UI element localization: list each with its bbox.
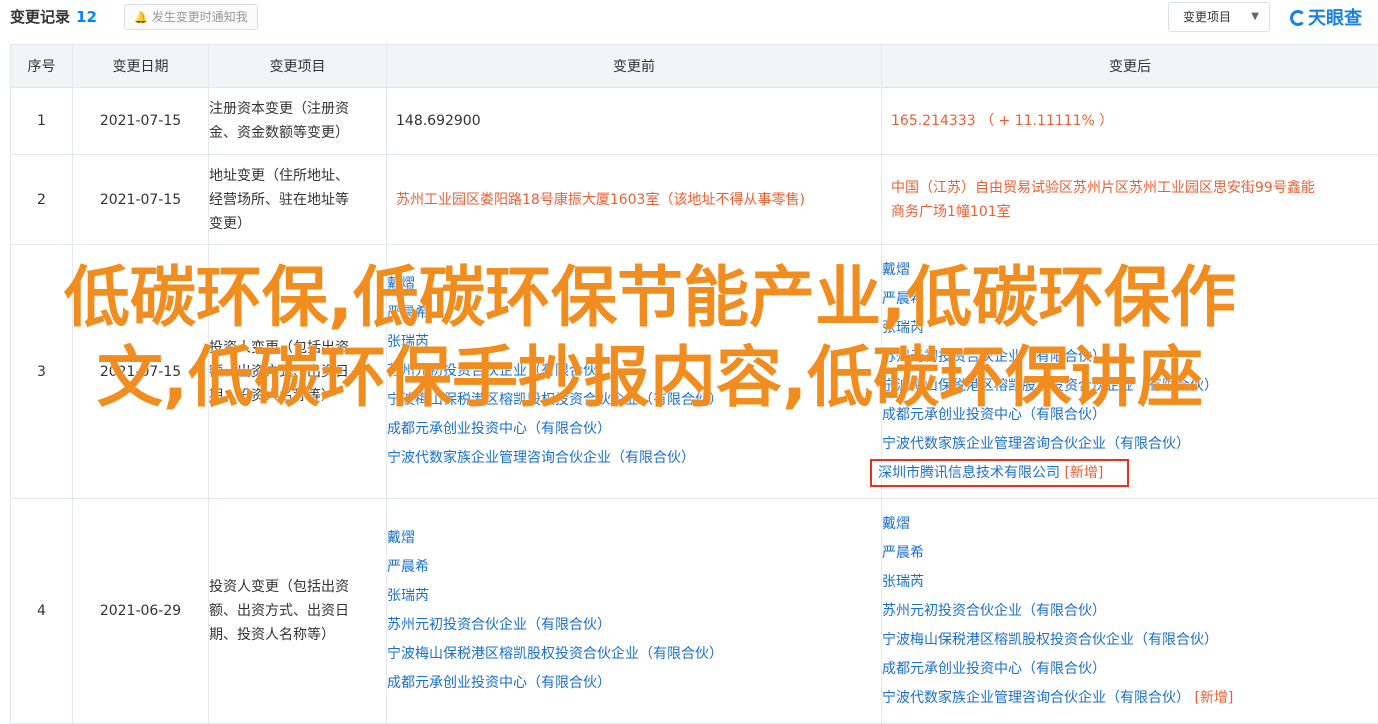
row-no: 1 — [11, 88, 73, 155]
added-tag: [新增] — [1064, 465, 1103, 481]
investor-link[interactable]: 苏州元初投资合伙企业（有限合伙） — [882, 597, 1378, 626]
investor-link[interactable]: 戴熠 — [387, 524, 881, 553]
added-tag: [新增] — [1194, 690, 1233, 706]
item-line: 变更） — [209, 212, 386, 236]
item-line: 额、出资方式、出资日 — [209, 599, 386, 623]
investor-link[interactable]: 戴熠 — [882, 256, 1378, 285]
investor-link[interactable]: 成都元承创业投资中心（有限合伙） — [387, 669, 881, 698]
table-row: 3 2021-07-15 投资人变更（包括出资 额、出资方式、出资日 期、投资人… — [11, 245, 1378, 499]
row-date: 2021-06-29 — [73, 499, 209, 724]
item-line: 额、出资方式、出资日 — [209, 360, 386, 384]
row-item: 地址变更（住所地址、 经营场所、驻在地址等 变更） — [209, 155, 387, 245]
item-line: 地址变更（住所地址、 — [209, 164, 386, 188]
row-item: 投资人变更（包括出资 额、出资方式、出资日 期、投资人名称等） — [209, 499, 387, 724]
col-header-no: 序号 — [11, 45, 73, 88]
investor-link[interactable]: 张瑞芮 — [387, 328, 881, 357]
before-value: 苏州工业园区娄阳路18号康振大厦1603室（该地址不得从事零售) — [387, 155, 882, 245]
row-item: 注册资本变更（注册资 金、资金数额等变更） — [209, 88, 387, 155]
after-line: 商务广场1幢101室 — [891, 200, 1369, 224]
row-item: 投资人变更（包括出资 额、出资方式、出资日 期、投资人名称等） — [209, 245, 387, 499]
before-line: 苏州工业园区娄阳路18号康振大厦1603室（该地址不得从事零售) — [396, 188, 872, 212]
item-line: 经营场所、驻在地址等 — [209, 188, 386, 212]
table-header-row: 序号 变更日期 变更项目 变更前 变更后 — [11, 45, 1378, 88]
row-no: 3 — [11, 245, 73, 499]
after-value: 165.214333 （ + 11.11111% ） — [882, 88, 1378, 155]
item-line: 金、资金数额等变更） — [209, 121, 386, 145]
investor-link[interactable]: 严晨希 — [387, 299, 881, 328]
title-text: 变更记录 — [10, 8, 70, 26]
row-no: 4 — [11, 499, 73, 724]
table-row: 2 2021-07-15 地址变更（住所地址、 经营场所、驻在地址等 变更） 苏… — [11, 155, 1378, 245]
table-row: 4 2021-06-29 投资人变更（包括出资 额、出资方式、出资日 期、投资人… — [11, 499, 1378, 724]
investor-link[interactable]: 宁波代数家族企业管理咨询合伙企业（有限合伙） — [882, 430, 1378, 459]
item-line: 投资人变更（包括出资 — [209, 575, 386, 599]
row-date: 2021-07-15 — [73, 88, 209, 155]
brand-logo[interactable]: 天眼查 — [1290, 4, 1362, 30]
investor-link[interactable]: 宁波梅山保税港区榕凯股权投资合伙企业（有限合伙） — [882, 626, 1378, 655]
col-header-date: 变更日期 — [73, 45, 209, 88]
investor-link[interactable]: 严晨希 — [387, 553, 881, 582]
chevron-down-icon: ▼ — [1251, 3, 1259, 31]
notify-button[interactable]: 🔔 发生变更时通知我 — [124, 4, 258, 30]
investor-link[interactable]: 严晨希 — [882, 285, 1378, 314]
filter-select[interactable]: 变更项目 ▼ — [1168, 2, 1270, 32]
logo-text: 天眼查 — [1308, 8, 1362, 29]
investor-link[interactable]: 成都元承创业投资中心（有限合伙） — [387, 415, 881, 444]
investor-link[interactable]: 严晨希 — [882, 539, 1378, 568]
item-line: 期、投资人名称等） — [209, 623, 386, 647]
added-investor-row: 宁波代数家族企业管理咨询合伙企业（有限合伙） [新增] — [882, 684, 1378, 713]
page-title: 变更记录 12 — [10, 6, 97, 27]
investor-link[interactable]: 宁波梅山保税港区榕凯股权投资合伙企业（有限合伙） — [882, 372, 1378, 401]
item-line: 注册资本变更（注册资 — [209, 97, 386, 121]
investor-link[interactable]: 成都元承创业投资中心（有限合伙） — [882, 655, 1378, 684]
investor-link[interactable]: 宁波代数家族企业管理咨询合伙企业（有限合伙） — [882, 690, 1190, 706]
investor-link[interactable]: 苏州元初投资合伙企业（有限合伙） — [387, 357, 881, 386]
investor-link[interactable]: 戴熠 — [882, 510, 1378, 539]
investor-link[interactable]: 张瑞芮 — [882, 568, 1378, 597]
after-line: 165.214333 （ + 11.11111% ） — [891, 109, 1369, 133]
after-value: 中国（江苏）自由贸易试验区苏州片区苏州工业园区思安街99号鑫能 商务广场1幢10… — [882, 155, 1378, 245]
before-value: 戴熠 严晨希 张瑞芮 苏州元初投资合伙企业（有限合伙） 宁波梅山保税港区榕凯股权… — [387, 499, 882, 724]
record-count: 12 — [76, 8, 97, 26]
after-value: 戴熠 严晨希 张瑞芮 苏州元初投资合伙企业（有限合伙） 宁波梅山保税港区榕凯股权… — [882, 499, 1378, 724]
row-no: 2 — [11, 155, 73, 245]
change-record-table: 序号 变更日期 变更项目 变更前 变更后 1 2021-07-15 注册资本变更… — [10, 44, 1378, 724]
before-value: 戴熠 严晨希 张瑞芮 苏州元初投资合伙企业（有限合伙） 宁波梅山保税港区榕凯股权… — [387, 245, 882, 499]
after-line: 中国（江苏）自由贸易试验区苏州片区苏州工业园区思安街99号鑫能 — [891, 176, 1369, 200]
highlight-box: 深圳市腾讯信息技术有限公司 [新增] — [870, 459, 1129, 487]
investor-link[interactable]: 深圳市腾讯信息技术有限公司 — [878, 465, 1060, 481]
investor-link[interactable]: 成都元承创业投资中心（有限合伙） — [882, 401, 1378, 430]
filter-select-label: 变更项目 — [1183, 3, 1231, 31]
investor-link[interactable]: 宁波梅山保税港区榕凯股权投资合伙企业（有限合伙） — [387, 386, 881, 415]
col-header-item: 变更项目 — [209, 45, 387, 88]
notify-label: 发生变更时通知我 — [152, 10, 248, 24]
item-line: 期、投资人名称等） — [209, 384, 386, 408]
investor-link[interactable]: 苏州元初投资合伙企业（有限合伙） — [387, 611, 881, 640]
investor-link[interactable]: 张瑞芮 — [387, 582, 881, 611]
investor-link[interactable]: 张瑞芮 — [882, 314, 1378, 343]
col-header-after: 变更后 — [882, 45, 1378, 88]
bell-icon: 🔔 — [134, 11, 148, 24]
before-line: 148.692900 — [396, 109, 872, 133]
investor-link[interactable]: 宁波梅山保税港区榕凯股权投资合伙企业（有限合伙） — [387, 640, 881, 669]
investor-link[interactable]: 苏州元初投资合伙企业（有限合伙） — [882, 343, 1378, 372]
header-bar: 变更记录 12 🔔 发生变更时通知我 变更项目 ▼ 天眼查 — [0, 0, 1378, 34]
table-row: 1 2021-07-15 注册资本变更（注册资 金、资金数额等变更） 148.6… — [11, 88, 1378, 155]
investor-link[interactable]: 宁波代数家族企业管理咨询合伙企业（有限合伙） — [387, 444, 881, 473]
row-date: 2021-07-15 — [73, 245, 209, 499]
investor-link[interactable]: 戴熠 — [387, 270, 881, 299]
after-value: 戴熠 严晨希 张瑞芮 苏州元初投资合伙企业（有限合伙） 宁波梅山保税港区榕凯股权… — [882, 245, 1378, 499]
added-investor-row: 深圳市腾讯信息技术有限公司 [新增] — [882, 459, 1378, 488]
col-header-before: 变更前 — [387, 45, 882, 88]
item-line: 投资人变更（包括出资 — [209, 336, 386, 360]
logo-mark-icon — [1290, 10, 1306, 26]
row-date: 2021-07-15 — [73, 155, 209, 245]
before-value: 148.692900 — [387, 88, 882, 155]
